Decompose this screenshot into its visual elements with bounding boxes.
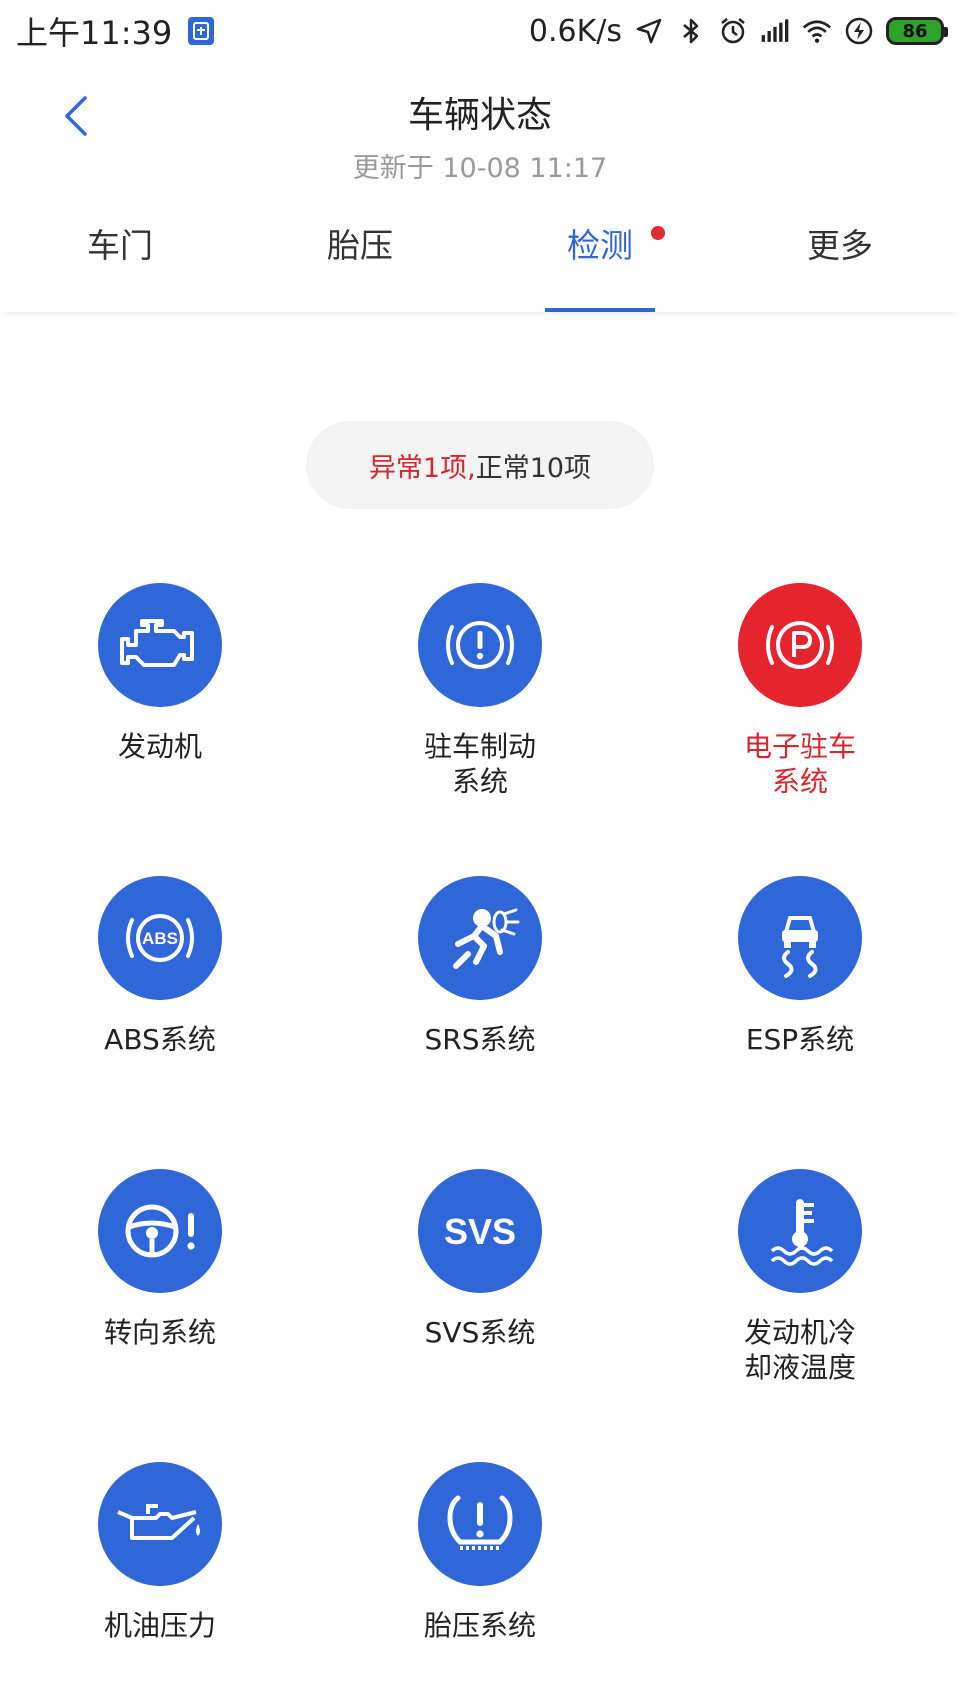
network-speed: 0.6K/s (528, 13, 622, 49)
normal-count: 正常10项 (475, 452, 592, 484)
item-label: SVS系统 (424, 1316, 536, 1349)
airbag-icon (418, 876, 542, 1000)
item-label: 胎压系统 (423, 1609, 536, 1642)
bluetooth-icon (683, 18, 699, 44)
system-item-srs[interactable]: SRS系统 (320, 876, 640, 1169)
location-arrow-icon (636, 18, 662, 44)
system-item-esp[interactable]: ESP系统 (640, 876, 960, 1169)
steering-wheel-icon (98, 1169, 222, 1293)
last-updated-text: 更新于 10-08 11:17 (352, 153, 608, 184)
svs-icon-text: SVS (444, 1211, 516, 1252)
item-label: SRS系统 (424, 1023, 536, 1056)
tab-active-indicator (545, 308, 655, 312)
coolant-temperature-icon (738, 1169, 862, 1293)
diagnostic-summary: 异常1项, 正常10项 (306, 421, 654, 509)
tab-label: 车门 (87, 226, 153, 265)
brake-warning-icon (418, 583, 542, 707)
item-label: 发动机冷却液温度 (743, 1316, 856, 1384)
abs-icon: ABS (98, 876, 222, 1000)
system-item-tire-pressure[interactable]: 胎压系统 (320, 1462, 640, 1706)
wifi-icon (802, 20, 832, 43)
item-label: 转向系统 (103, 1316, 216, 1349)
svs-icon: SVS (418, 1169, 542, 1293)
parking-brake-icon (738, 583, 862, 707)
system-item-engine[interactable]: 发动机 (0, 583, 320, 876)
system-item-abs[interactable]: ABS ABS系统 (0, 876, 320, 1169)
vehicle-status-page: 上午11:39 0.6K/s 86 车辆状态 更新于 10-08 11:17 车… (0, 0, 960, 1706)
header: 车辆状态 更新于 10-08 11:17 (0, 62, 960, 190)
tab-doors[interactable]: 车门 (0, 200, 240, 312)
tab-bar: 车门 胎压 检测 更多 (0, 200, 960, 312)
tab-label: 胎压 (327, 226, 393, 265)
tab-label: 更多 (807, 226, 873, 265)
esp-skid-icon (738, 876, 862, 1000)
tab-label: 检测 (567, 226, 633, 265)
item-label: ABS系统 (104, 1023, 216, 1056)
tab-more[interactable]: 更多 (720, 200, 960, 312)
item-label: 电子驻车系统 (743, 730, 856, 798)
tab-diagnostics[interactable]: 检测 (480, 200, 720, 312)
item-label: ESP系统 (745, 1023, 855, 1056)
item-label: 驻车制动系统 (423, 730, 536, 798)
notification-dot (651, 226, 665, 240)
charging-icon (845, 17, 873, 45)
abnormal-count: 异常1项, (368, 452, 476, 484)
app-notification-icon (188, 17, 215, 45)
system-item-parking-brake[interactable]: 驻车制动系统 (320, 583, 640, 876)
item-label: 机油压力 (103, 1609, 216, 1642)
signal-icon (761, 19, 789, 42)
system-item-steering[interactable]: 转向系统 (0, 1169, 320, 1462)
status-bar: 上午11:39 0.6K/s 86 (0, 0, 960, 62)
status-time: 上午11:39 (16, 14, 173, 52)
svg-text:ABS: ABS (142, 929, 178, 948)
item-label: 发动机 (117, 730, 202, 763)
system-item-oil-pressure[interactable]: 机油压力 (0, 1462, 320, 1706)
alarm-icon (721, 18, 745, 44)
tab-tire-pressure[interactable]: 胎压 (240, 200, 480, 312)
system-item-coolant-temp[interactable]: 发动机冷却液温度 (640, 1169, 960, 1462)
oil-pressure-icon (98, 1462, 222, 1586)
system-grid: 发动机 驻车制动系统 电子驻车系统 ABS ABS系统 SRS系统 ESP系统 … (0, 583, 960, 1706)
engine-icon (98, 583, 222, 707)
battery-icon: 86 (886, 17, 948, 45)
system-item-electronic-parking[interactable]: 电子驻车系统 (640, 583, 960, 876)
page-title: 车辆状态 (407, 95, 552, 136)
system-item-svs[interactable]: SVS SVS系统 (320, 1169, 640, 1462)
tire-pressure-icon (418, 1462, 542, 1586)
